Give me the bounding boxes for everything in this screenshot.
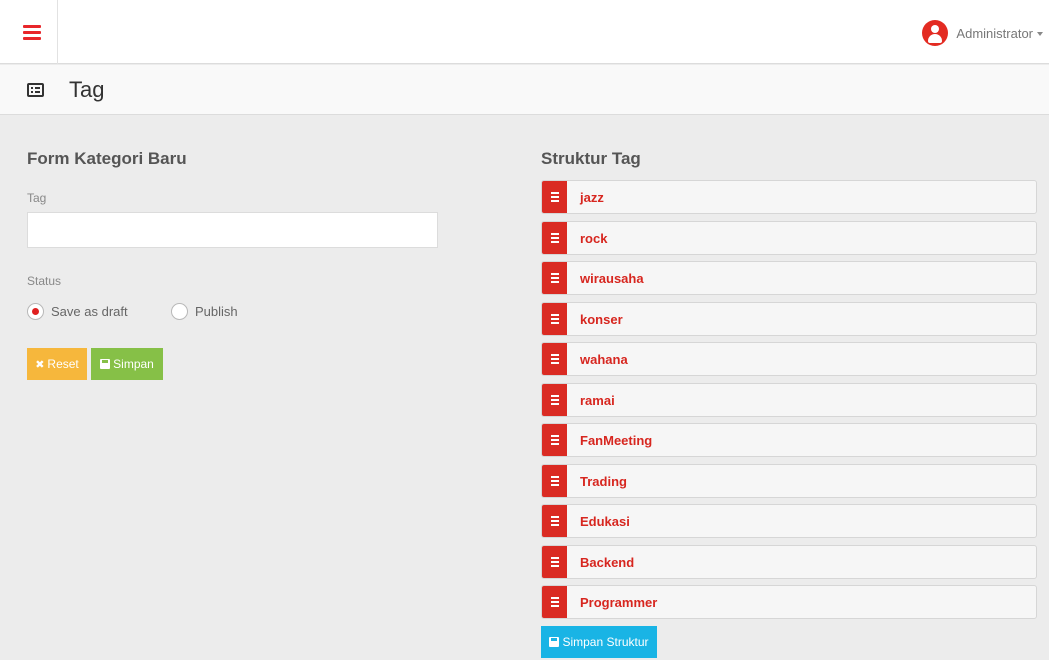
tag-item-label: Backend [580, 555, 635, 570]
tag-field-label: Tag [27, 191, 47, 205]
drag-handle-icon[interactable] [542, 343, 567, 375]
save-button[interactable]: Simpan [91, 348, 163, 380]
tag-item-label: rock [580, 231, 608, 246]
close-icon: ✖ [35, 358, 45, 371]
tag-item[interactable]: jazz [541, 180, 1037, 214]
save-button-label: Simpan [113, 357, 154, 371]
save-structure-button-label: Simpan Struktur [562, 635, 649, 649]
tag-item[interactable]: Trading [541, 464, 1037, 498]
tag-item[interactable]: Programmer [541, 585, 1037, 619]
tag-item-label: wahana [580, 352, 628, 367]
status-label: Status [27, 274, 62, 288]
user-avatar-icon [922, 20, 949, 46]
drag-handle-icon[interactable] [542, 505, 567, 537]
hamburger-menu-icon[interactable] [0, 0, 58, 64]
reset-button[interactable]: ✖ Reset [27, 348, 87, 380]
user-name: Administrator [956, 25, 1033, 41]
tag-item[interactable]: Edukasi [541, 504, 1037, 538]
radio-unchecked-icon [171, 303, 188, 320]
tag-input[interactable] [27, 212, 438, 248]
reset-button-label: Reset [47, 357, 79, 371]
tag-item-label: konser [580, 312, 623, 327]
user-menu[interactable]: Administrator [922, 20, 1043, 46]
tag-item[interactable]: wahana [541, 342, 1037, 376]
tag-item[interactable]: wirausaha [541, 261, 1037, 295]
save-icon [100, 359, 111, 369]
radio-publish[interactable]: Publish [171, 303, 238, 320]
drag-handle-icon[interactable] [542, 424, 567, 456]
tag-item[interactable]: FanMeeting [541, 423, 1037, 457]
drag-handle-icon[interactable] [542, 222, 567, 254]
radio-label: Publish [195, 304, 238, 319]
radio-save-as-draft[interactable]: Save as draft [27, 303, 128, 320]
form-title: Form Kategori Baru [27, 149, 187, 168]
drag-handle-icon[interactable] [542, 303, 567, 335]
tag-item[interactable]: konser [541, 302, 1037, 336]
page-header: Tag [0, 65, 1049, 115]
tag-item-label: Programmer [580, 595, 658, 610]
drag-handle-icon[interactable] [542, 181, 567, 213]
tag-item[interactable]: Backend [541, 545, 1037, 579]
tag-item[interactable]: ramai [541, 383, 1037, 417]
tag-item-label: ramai [580, 393, 615, 408]
drag-handle-icon[interactable] [542, 465, 567, 497]
page-title: Tag [69, 77, 105, 102]
drag-handle-icon[interactable] [542, 262, 567, 294]
tag-item-label: jazz [580, 190, 604, 205]
save-structure-button[interactable]: Simpan Struktur [541, 626, 657, 658]
radio-label: Save as draft [51, 304, 128, 319]
radio-checked-icon [27, 303, 44, 320]
save-icon [549, 637, 560, 647]
tag-item-label: Trading [580, 474, 627, 489]
tag-item[interactable]: rock [541, 221, 1037, 255]
tag-item-label: wirausaha [580, 271, 644, 286]
tag-item-label: FanMeeting [580, 433, 653, 448]
caret-down-icon [1037, 32, 1043, 36]
structure-title: Struktur Tag [541, 149, 641, 168]
drag-handle-icon[interactable] [542, 384, 567, 416]
list-icon [27, 83, 44, 97]
tag-item-label: Edukasi [580, 514, 630, 529]
drag-handle-icon[interactable] [542, 546, 567, 578]
top-navbar: Administrator [0, 0, 1049, 64]
drag-handle-icon[interactable] [542, 586, 567, 618]
